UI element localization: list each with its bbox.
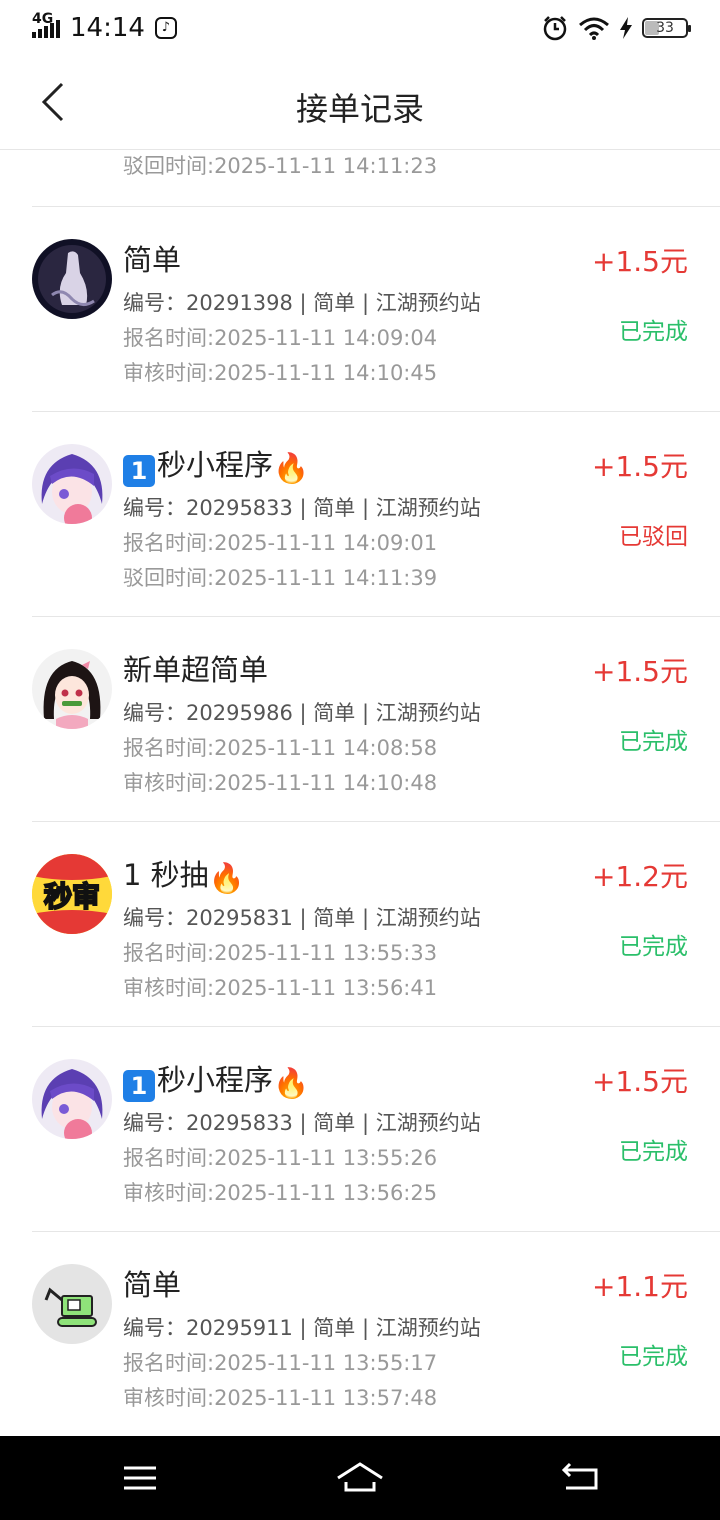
task-title-text: 秒小程序	[157, 448, 274, 482]
menu-icon	[124, 1466, 156, 1490]
review-time: 审核时间:2025-11-11 13:57:48	[123, 1386, 438, 1410]
clock: 14:14	[70, 13, 145, 43]
reward-amount: +1.5元	[592, 655, 688, 688]
task-title-text: 秒小程序	[157, 1063, 274, 1097]
signup-time: 报名时间:2025-11-11 13:55:33	[123, 941, 438, 965]
avatar-purple-hair-icon	[32, 444, 112, 524]
task-title-text: 新单超简单	[123, 653, 269, 687]
task-title: 简单	[123, 1262, 181, 1304]
reward-amount: +1.5元	[592, 1065, 688, 1098]
list-item-partial[interactable]: 驳回时间:2025-11-11 14:11:23	[32, 150, 720, 207]
review-time: 审核时间:2025-11-11 13:56:41	[123, 976, 438, 1000]
review-time: 审核时间:2025-11-11 13:56:25	[123, 1181, 438, 1205]
order-meta: 编号：20295831 | 简单 | 江湖预约站	[123, 906, 481, 930]
list-item[interactable]: 秒审 1 秒抽🔥 编号：20295831 | 简单 | 江湖预约站 报名时间:2…	[32, 822, 720, 1027]
reward-amount: +1.5元	[592, 245, 688, 278]
list-item[interactable]: 简单 编号：20291398 | 简单 | 江湖预约站 报名时间:2025-11…	[32, 207, 720, 412]
network-type: 4G	[32, 11, 54, 27]
avatar-purple-hair-icon	[32, 1059, 112, 1139]
page-title: 接单记录	[295, 90, 424, 128]
signup-time: 报名时间:2025-11-11 14:08:58	[123, 736, 438, 760]
menu-button[interactable]	[112, 1454, 168, 1502]
wifi-icon	[579, 17, 609, 40]
status-badge: 已完成	[619, 1344, 688, 1370]
alarm-icon	[543, 16, 567, 41]
nav-bar: 接单记录	[0, 56, 720, 150]
battery-icon: 33	[642, 18, 691, 38]
signup-time: 报名时间:2025-11-11 14:09:04	[123, 326, 438, 350]
avatar	[32, 239, 112, 319]
system-nav-bar	[0, 1436, 720, 1520]
avatar: 秒审	[32, 854, 112, 934]
avatar	[32, 649, 112, 729]
avatar-dark-figure-icon	[32, 239, 112, 319]
list-item[interactable]: 简单 编号：20295911 | 简单 | 江湖预约站 报名时间:2025-11…	[32, 1232, 720, 1437]
keycap-1-icon: 1	[123, 455, 155, 487]
keycap-1-icon: 1	[123, 1070, 155, 1102]
home-icon	[337, 1462, 383, 1492]
task-title: 1 秒小程序🔥	[123, 442, 309, 487]
order-meta: 编号：20295833 | 简单 | 江湖预约站	[123, 496, 481, 520]
reward-amount: +1.2元	[592, 860, 688, 893]
avatar-text: 秒审	[44, 880, 100, 913]
avatar-excavator-icon	[32, 1264, 112, 1344]
status-badge: 已驳回	[619, 524, 688, 550]
home-button[interactable]	[332, 1454, 388, 1502]
fire-icon: 🔥	[273, 1066, 310, 1100]
signup-time: 报名时间:2025-11-11 14:09:01	[123, 531, 438, 555]
task-title: 1 秒小程序🔥	[123, 1057, 309, 1102]
order-meta: 编号：20295986 | 简单 | 江湖预约站	[123, 701, 481, 725]
avatar-miaoshen-icon: 秒审	[32, 854, 112, 934]
fire-icon: 🔥	[208, 861, 245, 895]
fire-icon: 🔥	[273, 451, 310, 485]
avatar	[32, 444, 112, 524]
task-title: 1 秒抽🔥	[123, 852, 245, 896]
signup-time: 报名时间:2025-11-11 13:55:26	[123, 1146, 438, 1170]
back-nav-button[interactable]	[552, 1454, 608, 1502]
reject-time: 驳回时间:2025-11-11 14:11:39	[123, 566, 438, 590]
time-line: 驳回时间:2025-11-11 14:11:23	[123, 154, 438, 178]
avatar	[32, 1059, 112, 1139]
status-badge: 已完成	[619, 319, 688, 345]
task-title-text: 1 秒抽	[123, 858, 209, 892]
avatar-anime-girl-icon	[32, 649, 112, 729]
avatar	[32, 1264, 112, 1344]
order-meta: 编号：20291398 | 简单 | 江湖预约站	[123, 291, 481, 315]
status-bar: 4G 14:14 ♪ 33	[0, 0, 720, 56]
back-icon	[561, 1462, 598, 1490]
tiktok-icon: ♪	[154, 17, 177, 39]
battery-level: 33	[656, 20, 674, 36]
task-title: 新单超简单	[123, 647, 268, 689]
charging-icon	[620, 17, 632, 39]
signup-time: 报名时间:2025-11-11 13:55:17	[123, 1351, 438, 1375]
signal-icon: 4G	[32, 12, 60, 38]
review-time: 审核时间:2025-11-11 14:10:48	[123, 771, 438, 795]
task-title-text: 简单	[123, 1268, 182, 1302]
status-badge: 已完成	[619, 729, 688, 755]
order-meta: 编号：20295911 | 简单 | 江湖预约站	[123, 1316, 481, 1340]
task-title: 简单	[123, 237, 181, 279]
list-item[interactable]: 1 秒小程序🔥 编号：20295833 | 简单 | 江湖预约站 报名时间:202…	[32, 1027, 720, 1232]
reward-amount: +1.5元	[592, 450, 688, 483]
reward-amount: +1.1元	[592, 1270, 688, 1303]
list-item[interactable]: 1 秒小程序🔥 编号：20295833 | 简单 | 江湖预约站 报名时间:202…	[32, 412, 720, 617]
task-title-text: 简单	[123, 243, 182, 277]
order-meta: 编号：20295833 | 简单 | 江湖预约站	[123, 1111, 481, 1135]
status-right: 33	[542, 15, 691, 41]
review-time: 审核时间:2025-11-11 14:10:45	[123, 361, 438, 385]
status-badge: 已完成	[619, 934, 688, 960]
status-left: 4G 14:14 ♪	[32, 12, 177, 43]
status-badge: 已完成	[619, 1139, 688, 1165]
order-list[interactable]: 驳回时间:2025-11-11 14:11:23 简单 编号：20291398 …	[0, 150, 720, 1437]
list-item[interactable]: 新单超简单 编号：20295986 | 简单 | 江湖预约站 报名时间:2025…	[32, 617, 720, 822]
